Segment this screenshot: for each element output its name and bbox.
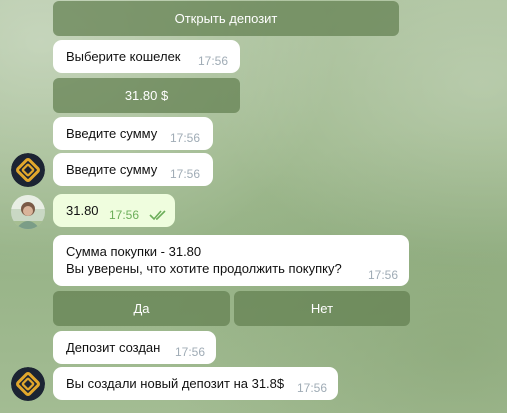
message-line: Вы уверены, что хотите продолжить покупк… bbox=[66, 261, 342, 276]
message-time: 17:56 bbox=[368, 268, 399, 282]
message-text: Сумма покупки - 31.80 Вы уверены, что хо… bbox=[66, 243, 342, 277]
message-time: 17:56 bbox=[175, 345, 206, 359]
outgoing-message: 31.80 17:56 bbox=[53, 194, 175, 227]
message-text: 31.80 bbox=[66, 203, 99, 218]
incoming-message: Вы создали новый депозит на 31.8$ 17:56 bbox=[53, 367, 338, 400]
amount-button[interactable]: 31.80 $ bbox=[53, 78, 240, 113]
message-time: 17:56 bbox=[109, 208, 140, 222]
message-text: Депозит создан bbox=[66, 340, 161, 355]
message-time: 17:56 bbox=[297, 381, 328, 395]
message-text: Вы создали новый депозит на 31.8$ bbox=[66, 376, 285, 391]
no-button[interactable]: Нет bbox=[234, 291, 410, 326]
message-time: 17:56 bbox=[198, 54, 229, 68]
user-avatar[interactable] bbox=[11, 195, 45, 229]
message-text: Выберите кошелек bbox=[66, 49, 181, 64]
no-button-label: Нет bbox=[310, 301, 334, 316]
message-text: Введите сумму bbox=[66, 162, 158, 177]
open-deposit-label: Открыть депозит bbox=[174, 11, 278, 26]
incoming-message: Введите сумму 17:56 bbox=[53, 117, 213, 150]
message-line: Сумма покупки - 31.80 bbox=[66, 244, 202, 259]
bot-logo-icon bbox=[11, 153, 45, 187]
incoming-message: Выберите кошелек 17:56 bbox=[53, 40, 240, 73]
incoming-message: Сумма покупки - 31.80 Вы уверены, что хо… bbox=[53, 235, 409, 286]
bot-logo-icon bbox=[11, 367, 45, 401]
yes-button[interactable]: Да bbox=[53, 291, 230, 326]
incoming-message: Депозит создан 17:56 bbox=[53, 331, 216, 364]
message-text: Введите сумму bbox=[66, 126, 158, 141]
message-time: 17:56 bbox=[170, 131, 201, 145]
open-deposit-button[interactable]: Открыть депозит bbox=[53, 1, 399, 36]
yes-button-label: Да bbox=[133, 301, 150, 316]
message-time: 17:56 bbox=[170, 167, 201, 181]
amount-button-label: 31.80 $ bbox=[124, 88, 169, 103]
user-photo-avatar bbox=[11, 195, 45, 229]
double-check-icon bbox=[149, 210, 166, 221]
incoming-message: Введите сумму 17:56 bbox=[53, 153, 213, 186]
bot-avatar[interactable] bbox=[11, 153, 45, 187]
bot-avatar[interactable] bbox=[11, 367, 45, 401]
